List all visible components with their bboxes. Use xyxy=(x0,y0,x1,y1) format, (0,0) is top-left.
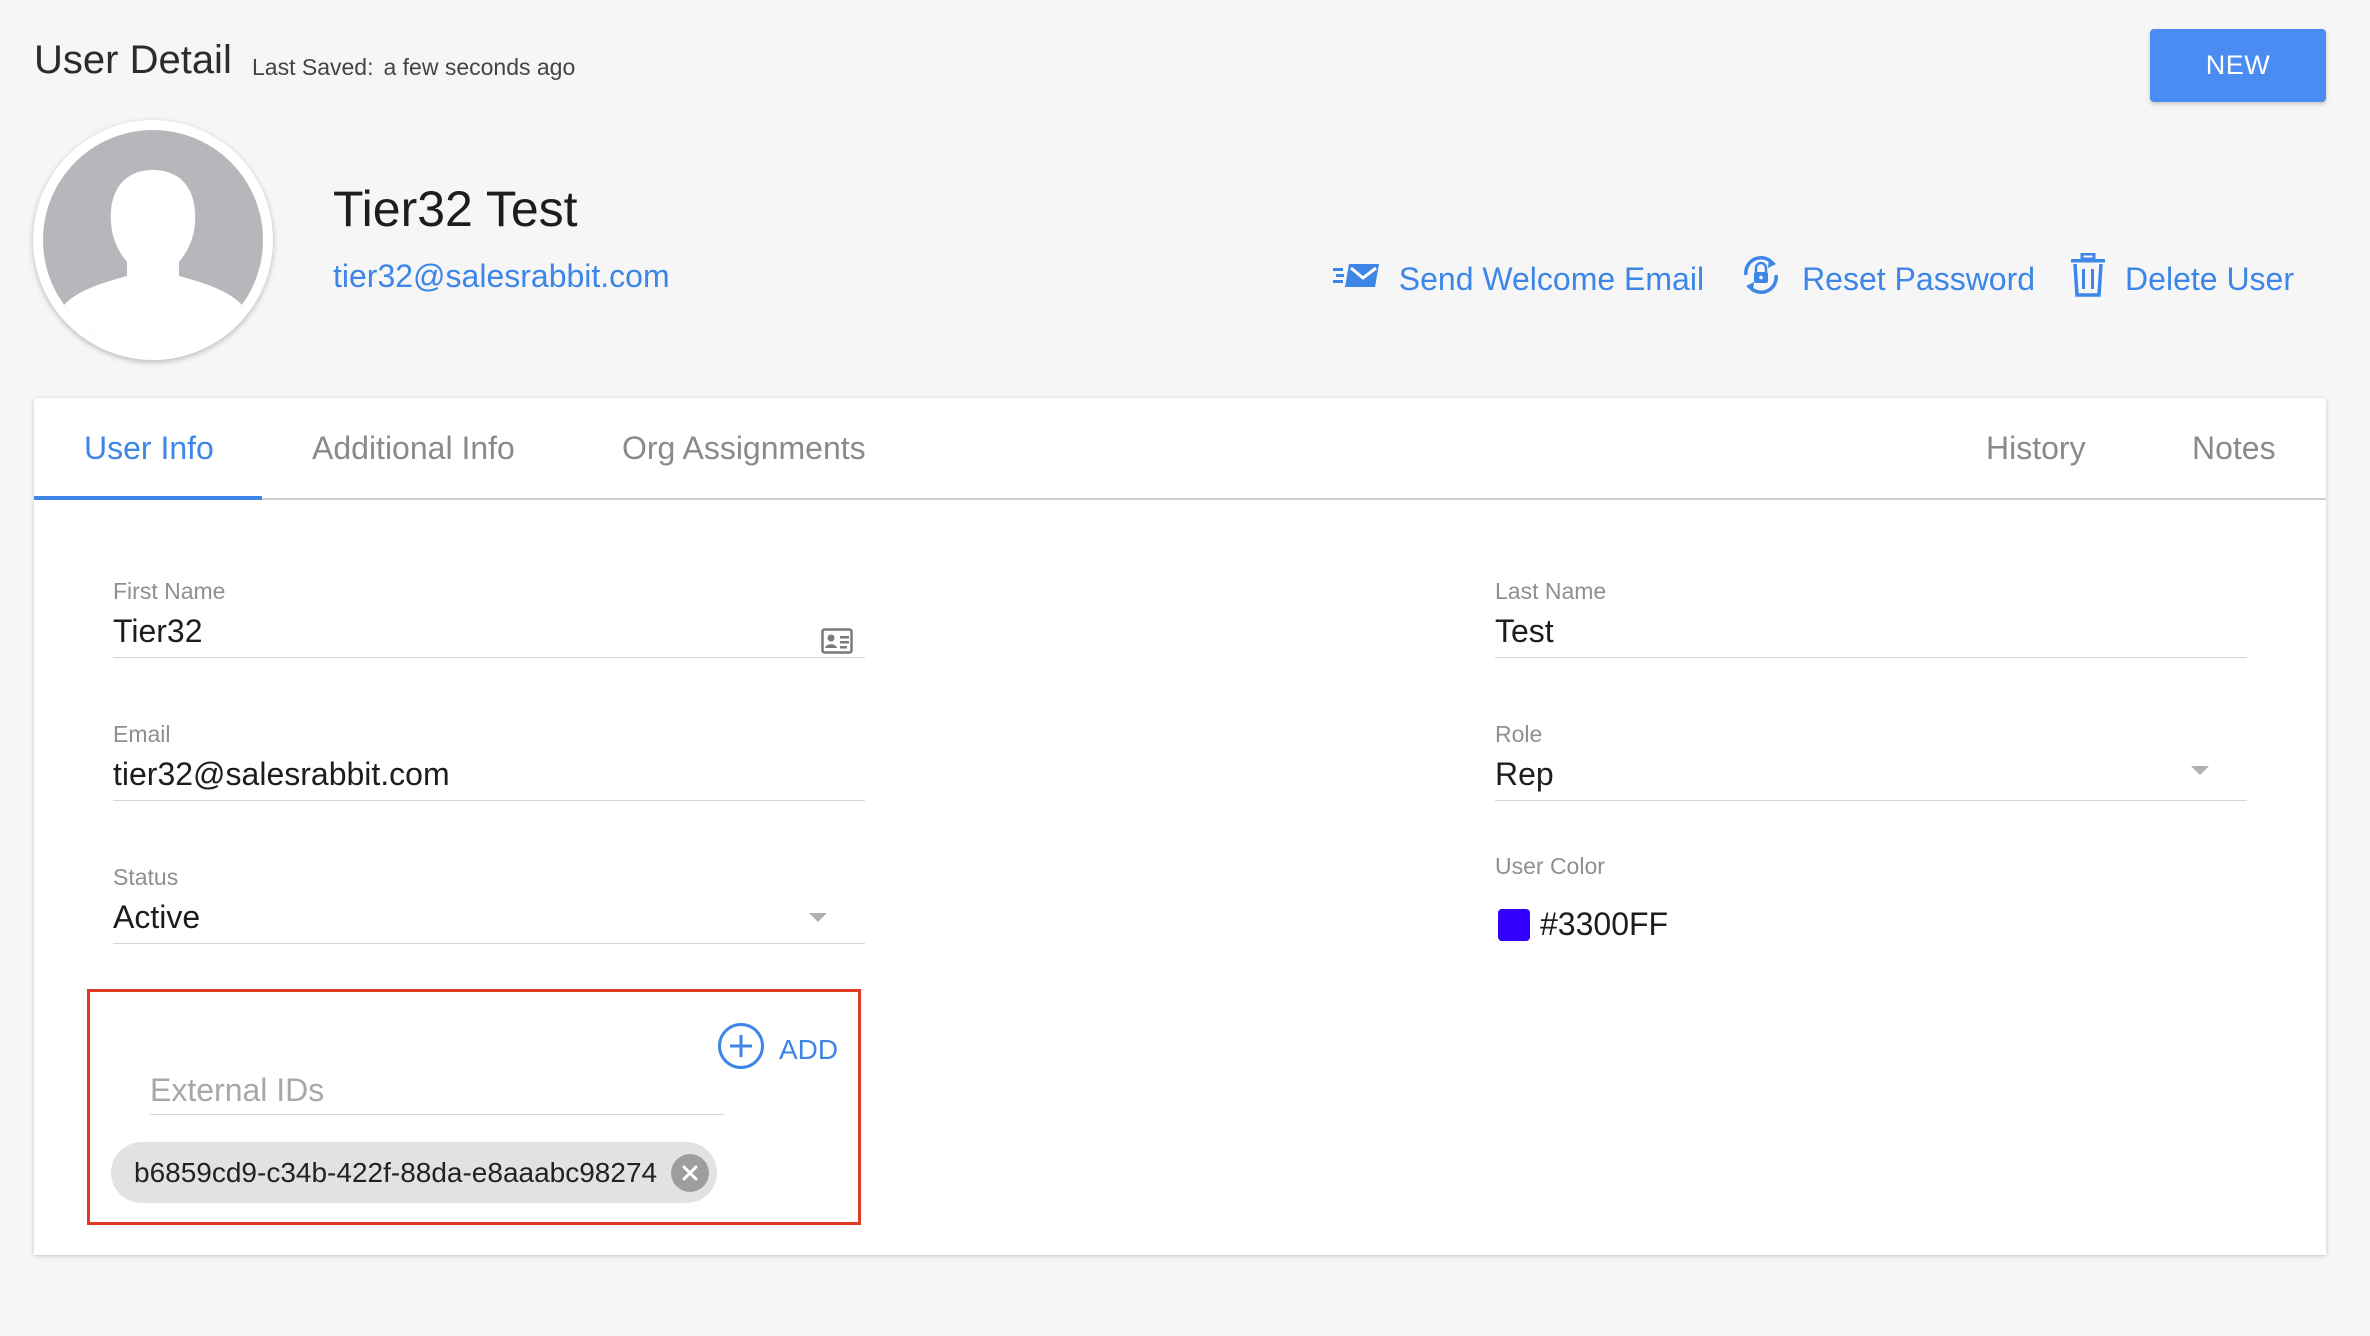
first-name-label: First Name xyxy=(113,578,226,604)
delete-user-button[interactable]: Delete User xyxy=(2069,252,2294,305)
role-value: Rep xyxy=(1495,756,1554,792)
external-id-value: b6859cd9-c34b-422f-88da-e8aaabc98274 xyxy=(134,1156,658,1188)
external-ids-section: External IDs ADD b6859cd9-c34b-422f-88da… xyxy=(87,989,861,1225)
external-ids-input[interactable]: External IDs xyxy=(150,1042,724,1115)
tab-notes[interactable]: Notes xyxy=(2192,398,2276,498)
email-send-icon xyxy=(1332,260,1399,298)
external-id-chip: b6859cd9-c34b-422f-88da-e8aaabc98274 xyxy=(111,1142,718,1203)
tab-bar: User Info Additional Info Org Assignment… xyxy=(34,398,2326,500)
status-value: Active xyxy=(113,899,201,935)
id-card-icon[interactable] xyxy=(821,617,853,669)
send-welcome-email-label: Send Welcome Email xyxy=(1398,260,1705,297)
reset-password-label: Reset Password xyxy=(1802,260,2036,297)
email-input[interactable]: tier32@salesrabbit.com xyxy=(113,748,865,801)
first-name-input[interactable]: Tier32 xyxy=(113,605,865,658)
trash-icon xyxy=(2069,252,2125,305)
user-color-label: User Color xyxy=(1495,853,1605,879)
add-external-id-button[interactable]: ADD xyxy=(717,1022,838,1077)
add-label: ADD xyxy=(779,1033,839,1065)
close-icon[interactable] xyxy=(671,1153,710,1192)
tab-additional-info[interactable]: Additional Info xyxy=(312,398,515,498)
role-field: Role Rep xyxy=(1495,721,2247,801)
reset-password-button[interactable]: Reset Password xyxy=(1738,252,2035,306)
tab-org-assignments[interactable]: Org Assignments xyxy=(622,398,866,498)
lock-reset-icon xyxy=(1738,252,1802,306)
color-swatch[interactable] xyxy=(1498,908,1530,941)
role-select[interactable]: Rep xyxy=(1495,748,2247,801)
page-title: User Detail xyxy=(34,38,232,82)
user-detail-card: User Info Additional Info Org Assignment… xyxy=(34,398,2326,1255)
user-color-field: User Color #3300FF xyxy=(1495,853,2247,943)
user-email-link[interactable]: tier32@salesrabbit.com xyxy=(333,258,670,295)
plus-circle-icon xyxy=(717,1022,779,1077)
tab-user-info[interactable]: User Info xyxy=(84,398,214,498)
last-saved-status: Last Saved: a few seconds ago xyxy=(252,54,575,81)
status-select[interactable]: Active xyxy=(113,891,865,944)
tab-history[interactable]: History xyxy=(1986,398,2086,498)
last-saved-label: Last Saved: xyxy=(252,54,374,80)
user-color-value: #3300FF xyxy=(1540,906,1669,942)
status-field: Status Active xyxy=(113,864,865,944)
user-color-picker[interactable]: #3300FF xyxy=(1495,906,2247,943)
first-name-field: First Name Tier32 xyxy=(113,578,865,658)
avatar[interactable] xyxy=(33,120,273,360)
active-tab-indicator xyxy=(34,496,262,500)
last-name-input[interactable]: Test xyxy=(1495,605,2247,658)
status-label: Status xyxy=(113,864,179,890)
send-welcome-email-button[interactable]: Send Welcome Email xyxy=(1332,260,1705,298)
last-name-label: Last Name xyxy=(1495,578,1607,604)
email-label: Email xyxy=(113,721,171,747)
first-name-value: Tier32 xyxy=(113,613,203,649)
delete-user-label: Delete User xyxy=(2125,260,2294,297)
last-name-value: Test xyxy=(1495,613,1554,649)
last-saved-value: a few seconds ago xyxy=(383,54,576,80)
user-full-name: Tier32 Test xyxy=(333,181,578,237)
email-value: tier32@salesrabbit.com xyxy=(113,756,450,792)
avatar-placeholder-icon xyxy=(43,130,263,350)
role-label: Role xyxy=(1495,721,1543,747)
new-button[interactable]: NEW xyxy=(2150,29,2326,102)
chevron-down-icon xyxy=(2191,766,2209,775)
chevron-down-icon xyxy=(809,913,827,922)
user-actions: Send Welcome Email Reset Password Delete… xyxy=(1299,252,2294,306)
email-field: Email tier32@salesrabbit.com xyxy=(113,721,865,801)
last-name-field: Last Name Test xyxy=(1495,578,2247,658)
